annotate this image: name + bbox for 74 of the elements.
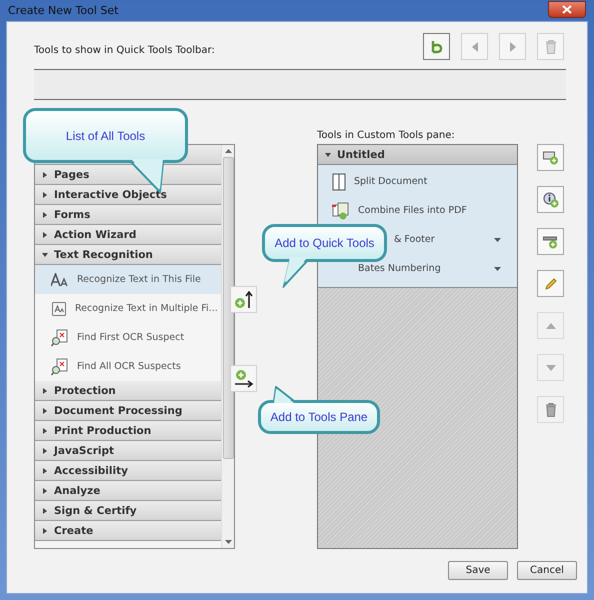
collapsed-arrow-icon [42,508,48,514]
trash-icon [544,402,556,416]
collapsed-arrow-icon [42,528,48,534]
left-arrow-icon [472,42,478,52]
add-panel-icon [542,150,558,164]
category-header[interactable]: JavaScript [35,441,221,461]
caret-icon[interactable] [494,266,501,270]
category-header[interactable]: Create [35,521,221,541]
tool-item[interactable]: Bates Numbering [358,263,441,274]
save-button[interactable]: Save [448,561,508,580]
close-icon [562,4,572,14]
collapsed-arrow-icon [42,192,48,198]
category-header[interactable]: Interactive Objects [35,185,221,205]
scroll-thumb[interactable] [222,157,234,459]
category-header[interactable]: Sign & Certify [35,501,221,521]
category-header[interactable]: Document Processing [35,401,221,421]
collapsed-arrow-icon [42,388,48,394]
page-search-icon [51,328,69,346]
right-arrow-icon [510,42,516,52]
collapsed-arrow-icon [42,408,48,414]
add-divider-button[interactable] [537,228,564,255]
callout-text: Add to Quick Tools [274,236,374,250]
window-title: Create New Tool Set [7,4,118,17]
add-panel-button[interactable] [537,144,564,171]
collapsed-arrow-icon [42,488,48,494]
collapsed-arrow-icon [42,468,48,474]
add-to-quick-tools-button[interactable] [230,286,257,313]
add-info-icon [542,192,558,208]
collapsed-arrow-icon [42,212,48,218]
caret-icon[interactable] [494,238,501,242]
text-size-icon [51,272,69,286]
cancel-button[interactable]: Cancel [517,561,577,580]
page-search-icon [51,358,69,376]
category-header[interactable]: Print Production [35,421,221,441]
tool-item[interactable]: Recognize Text in This File [35,265,221,294]
tool-item[interactable]: Combine Files into PDF [358,205,467,216]
callout-text: Add to Tools Pane [270,410,368,424]
combine-files-icon [332,202,350,220]
pencil-icon [544,276,558,290]
collapsed-arrow-icon [42,172,48,178]
scrollbar[interactable] [221,145,234,548]
split-page-icon [332,172,346,190]
category-header[interactable]: Action Wizard [35,225,221,245]
expanded-arrow-icon [42,252,48,258]
category-header[interactable]: Text Recognition [35,245,221,265]
custom-pane-label: Tools in Custom Tools pane: [317,130,456,141]
scroll-down-icon [224,540,232,544]
rename-button[interactable] [537,270,564,297]
add-up-arrow-icon [234,290,254,308]
expanded-arrow-icon [325,152,331,158]
panel-header[interactable]: Untitled [318,145,517,165]
add-divider-icon [542,234,558,248]
collapsed-arrow-icon [42,448,48,454]
up-arrow-icon [546,322,556,328]
scroll-up-icon [224,149,232,153]
category-header[interactable]: Analyze [35,481,221,501]
tool-icon [430,40,442,54]
trash-icon [544,40,556,54]
callout-text: List of All Tools [66,128,146,142]
tool-item[interactable]: Split Document [354,176,428,187]
tool-item[interactable]: & Footer [394,234,435,245]
add-right-arrow-icon [234,368,254,388]
down-arrow-icon [546,364,556,370]
close-button[interactable] [548,0,586,18]
category-header[interactable]: Forms [35,205,221,225]
add-info-button[interactable] [537,186,564,213]
tool-button[interactable] [423,33,450,60]
category-header[interactable]: Accessibility [35,461,221,481]
quick-tools-label: Tools to show in Quick Tools Toolbar: [34,45,215,56]
add-to-tools-pane-button[interactable] [230,365,257,392]
collapsed-arrow-icon [42,232,48,238]
document-icon [51,300,67,316]
collapsed-arrow-icon [42,428,48,434]
category-header[interactable]: Protection [35,381,221,401]
